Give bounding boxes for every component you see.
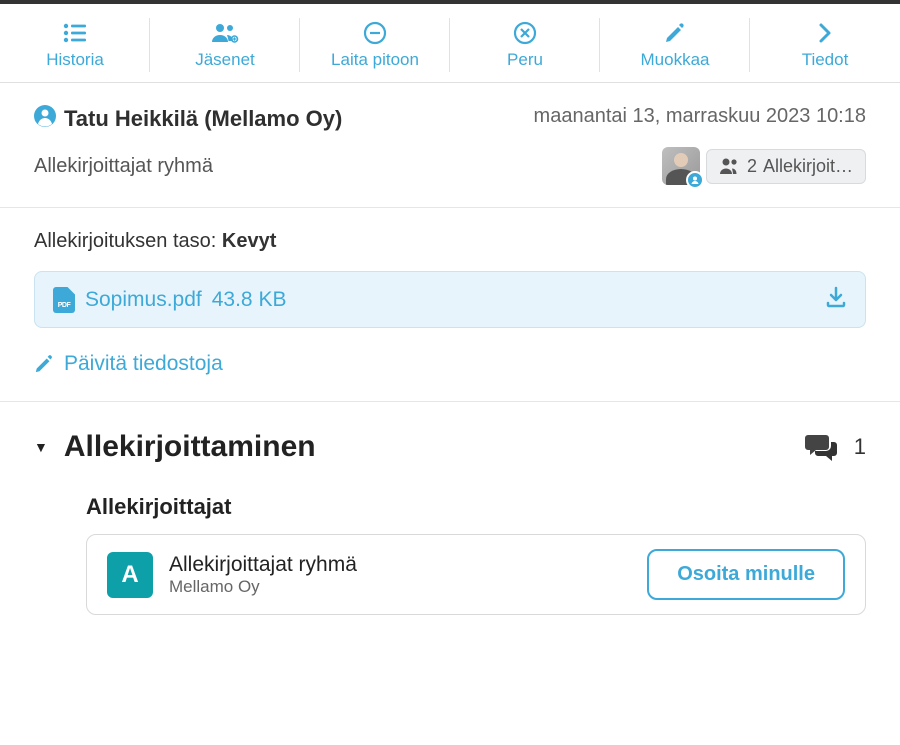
list-icon [63,20,87,46]
toolbar-hold[interactable]: Laita pitoon [300,14,450,76]
user-icon [34,105,56,133]
user-name: Tatu Heikkilä (Mellamo Oy) [64,106,342,132]
download-icon[interactable] [825,286,847,313]
group-count: 2 [747,156,757,177]
avatar[interactable] [662,147,700,185]
caret-down-icon: ▼ [34,439,48,455]
file-size: 43.8 KB [212,288,287,312]
update-files-link[interactable]: Päivitä tiedostoja [34,352,223,376]
toolbar-label: Historia [46,50,104,70]
toolbar-label: Muokkaa [641,50,710,70]
edit-icon [34,354,54,374]
toolbar: Historia Jäsenet Laita pitoon Peru Muokk… [0,4,900,83]
toolbar-edit[interactable]: Muokkaa [600,14,750,76]
toolbar-members[interactable]: Jäsenet [150,14,300,76]
toolbar-cancel[interactable]: Peru [450,14,600,76]
signing-title: Allekirjoittaminen [64,430,316,464]
timestamp: maanantai 13, marraskuu 2023 10:18 [534,105,866,128]
toolbar-details[interactable]: Tiedot [750,14,900,76]
comments-indicator[interactable]: 1 [804,432,866,462]
toolbar-label: Laita pitoon [331,50,419,70]
chevron-right-icon [818,20,832,46]
members-icon [211,20,239,46]
toolbar-history[interactable]: Historia [0,14,150,76]
comments-icon [804,432,838,462]
hold-icon [363,20,387,46]
signature-level: Allekirjoituksen taso: Kevyt [34,230,866,253]
avatar-badge-icon [686,171,704,189]
level-value: Kevyt [222,230,276,252]
subtitle: Allekirjoittajat ryhmä [34,155,213,178]
assign-to-me-button[interactable]: Osoita minulle [647,549,845,600]
header-section: Tatu Heikkilä (Mellamo Oy) maanantai 13,… [0,83,900,208]
signing-section: ▼ Allekirjoittaminen 1 Allekirjoittajat … [0,402,900,643]
level-label: Allekirjoituksen taso: [34,230,216,252]
update-files-label: Päivitä tiedostoja [64,352,223,376]
toolbar-label: Jäsenet [195,50,255,70]
user-block: Tatu Heikkilä (Mellamo Oy) [34,105,342,133]
comment-count: 1 [854,434,866,460]
pdf-icon: PDF [53,287,75,313]
toolbar-label: Peru [507,50,543,70]
signer-avatar: A [107,552,153,598]
file-attachment[interactable]: PDF Sopimus.pdf 43.8 KB [34,271,866,328]
group-icon [719,157,741,175]
toolbar-label: Tiedot [802,50,849,70]
group-label: Allekirjoit… [763,156,853,177]
edit-icon [664,20,686,46]
signers-title: Allekirjoittajat [86,494,866,520]
file-name: Sopimus.pdf [85,288,202,312]
signer-org: Mellamo Oy [169,577,357,597]
signer-card: A Allekirjoittajat ryhmä Mellamo Oy Osoi… [86,534,866,615]
signer-name: Allekirjoittajat ryhmä [169,553,357,577]
group-badge[interactable]: 2 Allekirjoit… [706,149,866,184]
participants: 2 Allekirjoit… [662,147,866,185]
file-section: Allekirjoituksen taso: Kevyt PDF Sopimus… [0,208,900,402]
signing-toggle[interactable]: ▼ Allekirjoittaminen [34,430,316,464]
cancel-icon [513,20,537,46]
